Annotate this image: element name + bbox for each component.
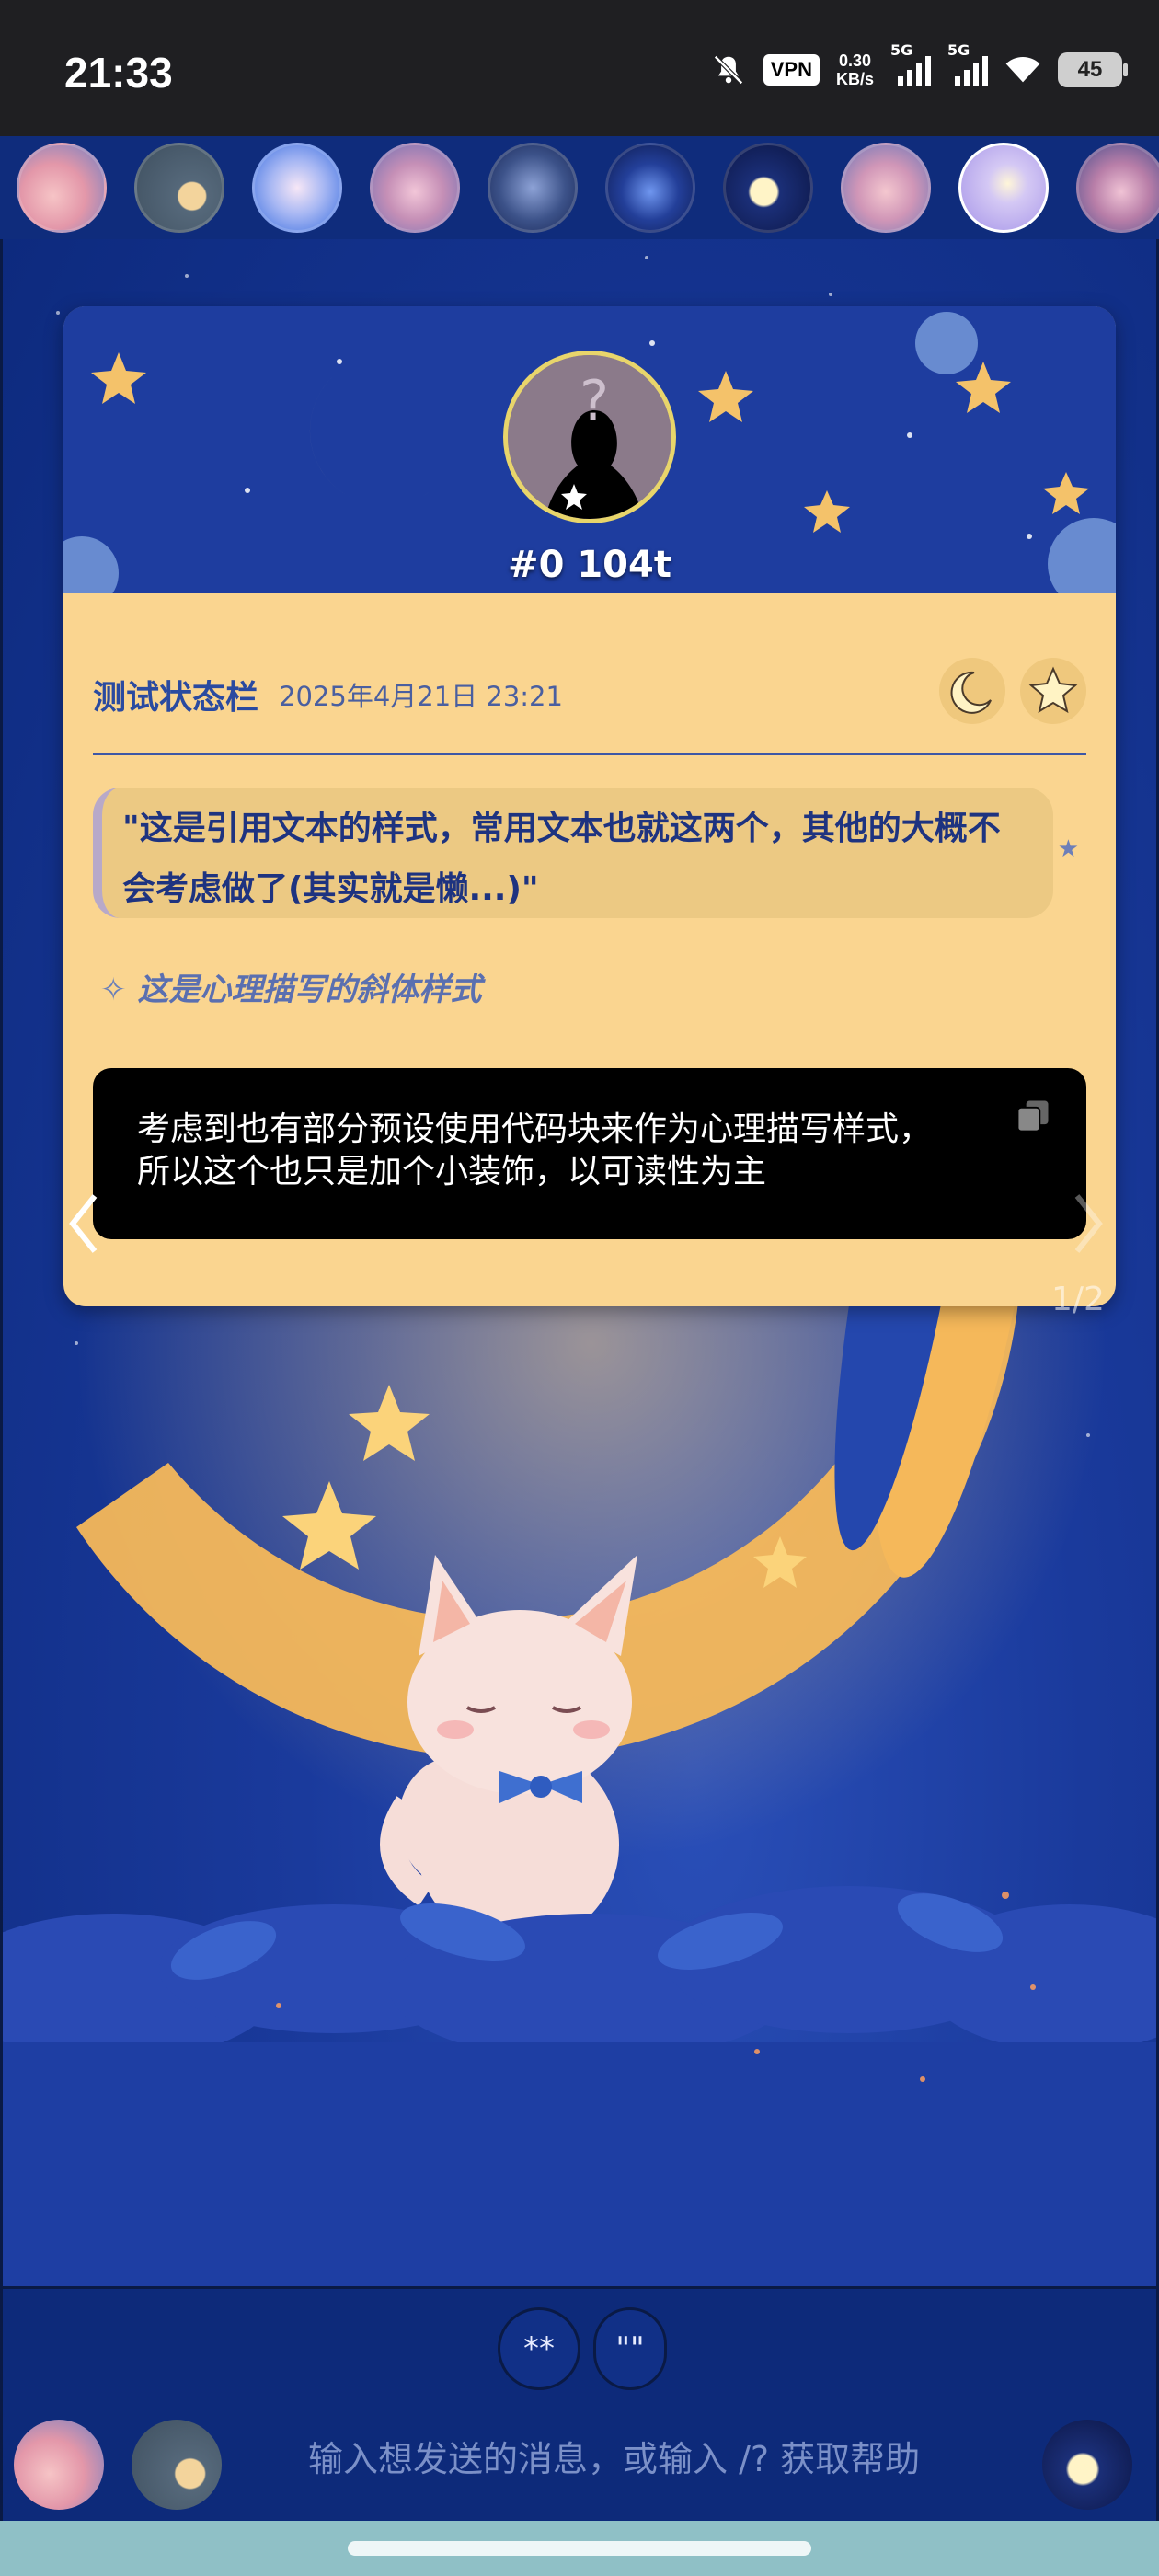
network-speed: 0.30 KB/s (836, 52, 874, 88)
moon-sticker-icon (939, 658, 1005, 724)
mute-bell-icon (710, 52, 747, 88)
code-block: 考虑到也有部分预设使用代码块来作为心理描写样式， 所以这个也只是加个小装饰，以可… (93, 1068, 1086, 1239)
bold-quick-button[interactable]: ** (498, 2307, 580, 2390)
card-header: 测试状态栏 2025年4月21日 23:21 (93, 658, 1086, 724)
inner-thought: ✧ 这是心理描写的斜体样式 (100, 964, 482, 1009)
character-avatar[interactable] (488, 143, 578, 233)
message-timestamp: 2025年4月21日 23:21 (279, 681, 563, 712)
next-swipe-button[interactable] (1070, 1187, 1107, 1260)
send-button[interactable] (1042, 2420, 1132, 2510)
speed-value: 0.30 (838, 52, 872, 70)
previous-swipe-button[interactable] (65, 1187, 102, 1260)
character-avatar[interactable] (958, 143, 1049, 233)
character-avatar[interactable] (252, 143, 342, 233)
character-name: 测试状态栏 (93, 679, 259, 717)
sparkle-icon: ✧ (100, 972, 127, 1008)
clock: 21:33 (64, 49, 173, 97)
battery-icon: 45 (1058, 52, 1128, 87)
system-nav-bar (0, 2521, 1159, 2576)
character-avatar[interactable] (370, 143, 460, 233)
status-bar: 21:33 VPN 0.30 KB/s 5G 5G 45 (0, 0, 1159, 136)
vpn-icon: VPN (763, 54, 820, 86)
signal-icon: 5G (890, 41, 931, 86)
speed-unit: KB/s (835, 70, 874, 88)
signal-icon: 5G (947, 41, 988, 86)
card-banner: ? #0 104t (63, 306, 1116, 593)
home-gesture-handle[interactable] (348, 2541, 811, 2556)
swipe-counter: 1/2 (1051, 1281, 1105, 1318)
sim1-label: 5G (890, 41, 913, 59)
header-divider (93, 753, 1086, 755)
persona-avatar[interactable] (132, 2420, 222, 2510)
chat-background: ? #0 104t 测试状态栏 2025年4月21日 23:21 "这是引用文本… (0, 239, 1159, 2286)
character-avatar-strip (0, 136, 1159, 239)
message-tag: #0 104t (508, 544, 671, 586)
inner-thought-text: 这是心理描写的斜体样式 (137, 972, 482, 1008)
message-input[interactable] (306, 2427, 987, 2491)
wifi-icon (1004, 52, 1041, 88)
header-icons (939, 658, 1086, 724)
character-avatar[interactable] (1076, 143, 1159, 233)
character-avatar[interactable] (605, 143, 695, 233)
cat-figure (380, 1555, 637, 1946)
character-avatar[interactable] (134, 143, 224, 233)
sim2-label: 5G (947, 41, 970, 59)
svg-text:?: ? (580, 369, 609, 433)
quote-block: "这是引用文本的样式，常用文本也就这两个，其他的大概不会考虑做了(其实就是懒..… (93, 788, 1079, 918)
quote-quick-button[interactable]: "" (593, 2307, 667, 2390)
character-avatar[interactable] (17, 143, 107, 233)
star-icon: ★ (1057, 835, 1079, 863)
input-area: ** "" (0, 2286, 1159, 2521)
status-icons: VPN 0.30 KB/s 5G 5G 45 (710, 41, 1128, 88)
code-line: 考虑到也有部分预设使用代码块来作为心理描写样式， (137, 1110, 933, 1148)
code-line: 所以这个也只是加个小装饰，以可读性为主 (137, 1153, 767, 1190)
character-avatar-icon[interactable]: ? (503, 351, 676, 523)
quote-text: "这是引用文本的样式，常用文本也就这两个，其他的大概不会考虑做了(其实就是懒..… (122, 810, 1001, 908)
copy-icon[interactable] (1013, 1096, 1053, 1136)
character-avatar[interactable] (723, 143, 813, 233)
message-card: ? #0 104t 测试状态栏 2025年4月21日 23:21 "这是引用文本… (63, 306, 1116, 1306)
character-avatar[interactable] (841, 143, 931, 233)
user-avatar[interactable] (14, 2420, 104, 2510)
star-sticker-icon (1020, 658, 1086, 724)
